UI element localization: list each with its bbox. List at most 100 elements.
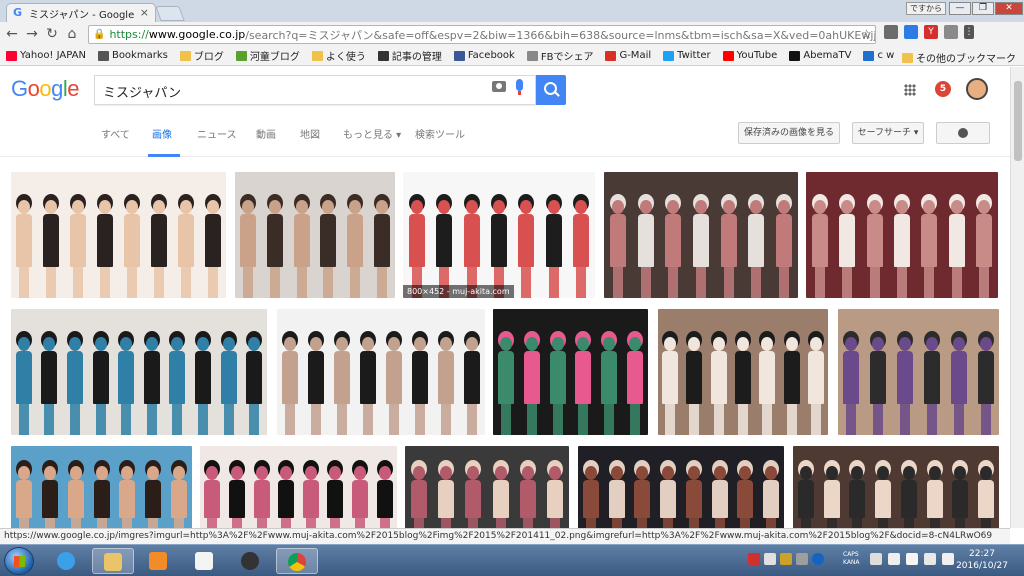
tray-network-icon[interactable]: [906, 553, 918, 565]
youtube-icon: [722, 50, 734, 61]
tab-videos[interactable]: 動画: [256, 126, 276, 141]
url-host: www.google.co.jp: [148, 28, 246, 41]
taskbar-clock[interactable]: 22:27 2016/10/27: [944, 548, 1020, 572]
bookmark-item[interactable]: 記事の管理: [377, 48, 442, 63]
taskbar-document[interactable]: [184, 548, 226, 574]
lock-icon: 🔒: [93, 29, 106, 40]
url-scheme: https://: [109, 28, 149, 41]
info-icon: [377, 50, 389, 61]
forward-icon[interactable]: →: [22, 26, 42, 42]
notification-badge[interactable]: 5: [935, 81, 951, 97]
image-result-thumbnail[interactable]: [806, 172, 998, 298]
bookmark-label: ブログ: [193, 52, 224, 63]
clock-time: 22:27: [969, 549, 995, 559]
restore-button[interactable]: ❐: [972, 2, 994, 15]
image-result-thumbnail[interactable]: [793, 446, 999, 528]
reload-icon[interactable]: ↻: [42, 26, 62, 42]
bookmark-item[interactable]: c w: [863, 50, 894, 61]
bookmark-item[interactable]: Twitter: [663, 50, 711, 61]
image-result-thumbnail[interactable]: [405, 446, 569, 528]
bookmark-item[interactable]: Facebook: [453, 50, 515, 61]
other-bookmarks[interactable]: その他のブックマーク: [902, 50, 1016, 65]
tray-settings-icon[interactable]: [796, 553, 808, 565]
bookmark-item[interactable]: 河童ブログ: [235, 48, 300, 63]
minimize-button[interactable]: —: [949, 2, 971, 15]
tray-flag-icon[interactable]: [888, 553, 900, 565]
close-window-button[interactable]: ✕: [995, 2, 1023, 15]
extension-puzzle-icon[interactable]: [884, 25, 898, 39]
new-tab-button[interactable]: [155, 6, 185, 21]
taskbar-explorer[interactable]: [92, 548, 134, 574]
safesearch-button[interactable]: セーフサーチ ▾: [852, 122, 924, 144]
image-result-thumbnail[interactable]: [277, 309, 485, 435]
search-button[interactable]: [536, 75, 566, 105]
tab-close-icon[interactable]: ×: [140, 6, 149, 19]
tab-more[interactable]: もっと見る ▾: [343, 126, 401, 141]
image-result-thumbnail[interactable]: [11, 309, 267, 435]
chrome-menu-icon[interactable]: ⋮: [964, 25, 974, 39]
tab-news[interactable]: ニュース: [197, 126, 237, 141]
bookmark-item[interactable]: AbemaTV: [789, 50, 851, 61]
tray-ime-icon[interactable]: [764, 553, 776, 565]
bookmark-item[interactable]: YouTube: [722, 50, 777, 61]
bookmarks-bar: Yahoo! JAPAN Bookmarks ブログ 河童ブログ よく使う 記事の管理 Fa…: [0, 46, 1024, 66]
bookmark-item[interactable]: Bookmarks: [97, 50, 168, 61]
home-icon[interactable]: ⌂: [62, 26, 82, 42]
start-button[interactable]: [4, 547, 34, 575]
url-path: /search?q=ミスジャパン&safe=off&espv=2&biw=136…: [245, 28, 876, 42]
taskbar-chrome[interactable]: [276, 548, 318, 574]
bookmark-label: 河童ブログ: [249, 52, 300, 63]
image-result-thumbnail[interactable]: [200, 446, 397, 528]
image-size-caption: 800×452 - muj-akita.com: [403, 285, 514, 298]
tray-arrow-icon[interactable]: [870, 553, 882, 565]
browser-tab[interactable]: G ミスジャパン - Google ×: [6, 3, 156, 22]
extension-yahoo-icon[interactable]: Y: [924, 25, 938, 39]
tray-security-icon[interactable]: [748, 553, 760, 565]
search-input[interactable]: ミスジャパン: [94, 75, 536, 105]
image-result-thumbnail[interactable]: [11, 172, 226, 298]
page-scrollbar[interactable]: [1010, 67, 1024, 528]
image-result-thumbnail[interactable]: [838, 309, 999, 435]
tab-maps[interactable]: 地図: [300, 126, 320, 141]
address-bar[interactable]: 🔒 https:// www.google.co.jp /search?q=ミス…: [88, 25, 876, 44]
bookmark-star-icon[interactable]: ☆: [861, 27, 872, 41]
scrollbar-thumb[interactable]: [1014, 81, 1022, 161]
bookmark-item[interactable]: FBでシェア: [526, 48, 593, 63]
image-result-thumbnail[interactable]: [658, 309, 828, 435]
image-result-thumbnail[interactable]: [235, 172, 395, 298]
image-result-thumbnail[interactable]: [604, 172, 798, 298]
taskbar-ie[interactable]: [46, 548, 88, 574]
image-result-thumbnail[interactable]: [11, 446, 192, 528]
abema-icon: [789, 50, 801, 61]
saved-images-button[interactable]: 保存済みの画像を見る: [738, 122, 840, 144]
extension-translate-icon[interactable]: [904, 25, 918, 39]
back-icon[interactable]: ←: [2, 26, 22, 42]
kappa-icon: [235, 50, 247, 61]
tab-images[interactable]: 画像: [152, 126, 172, 141]
bookmark-label: Yahoo! JAPAN: [20, 50, 86, 61]
microphone-icon[interactable]: [516, 79, 523, 95]
image-result-thumbnail[interactable]: [578, 446, 784, 528]
tray-ime-mode-icon[interactable]: [780, 553, 792, 565]
bookmark-label: Facebook: [467, 50, 515, 61]
image-result-thumbnail[interactable]: 800×452 - muj-akita.com: [403, 172, 595, 298]
taskbar-media[interactable]: [138, 548, 180, 574]
bookmark-item[interactable]: G-Mail: [605, 50, 651, 61]
tab-all[interactable]: すべて: [101, 126, 130, 141]
avatar[interactable]: [966, 78, 988, 100]
camera-search-icon[interactable]: [492, 81, 506, 92]
settings-gear-icon[interactable]: [936, 122, 990, 144]
extension-chart-icon[interactable]: [944, 25, 958, 39]
google-logo[interactable]: Google: [11, 76, 80, 102]
media-center-icon: [241, 552, 259, 570]
apps-grid-icon[interactable]: [904, 84, 916, 96]
image-result-thumbnail[interactable]: [493, 309, 648, 435]
tray-help-icon[interactable]: [812, 553, 824, 565]
taskbar-media-center[interactable]: [230, 548, 272, 574]
bookmark-item[interactable]: よく使う: [311, 48, 366, 63]
bookmark-item[interactable]: ブログ: [179, 48, 224, 63]
tray-battery-icon[interactable]: [924, 553, 936, 565]
bookmark-item[interactable]: Yahoo! JAPAN: [6, 50, 86, 61]
window-user-button[interactable]: ですから: [906, 2, 946, 15]
tab-search-tools[interactable]: 検索ツール: [415, 126, 465, 141]
